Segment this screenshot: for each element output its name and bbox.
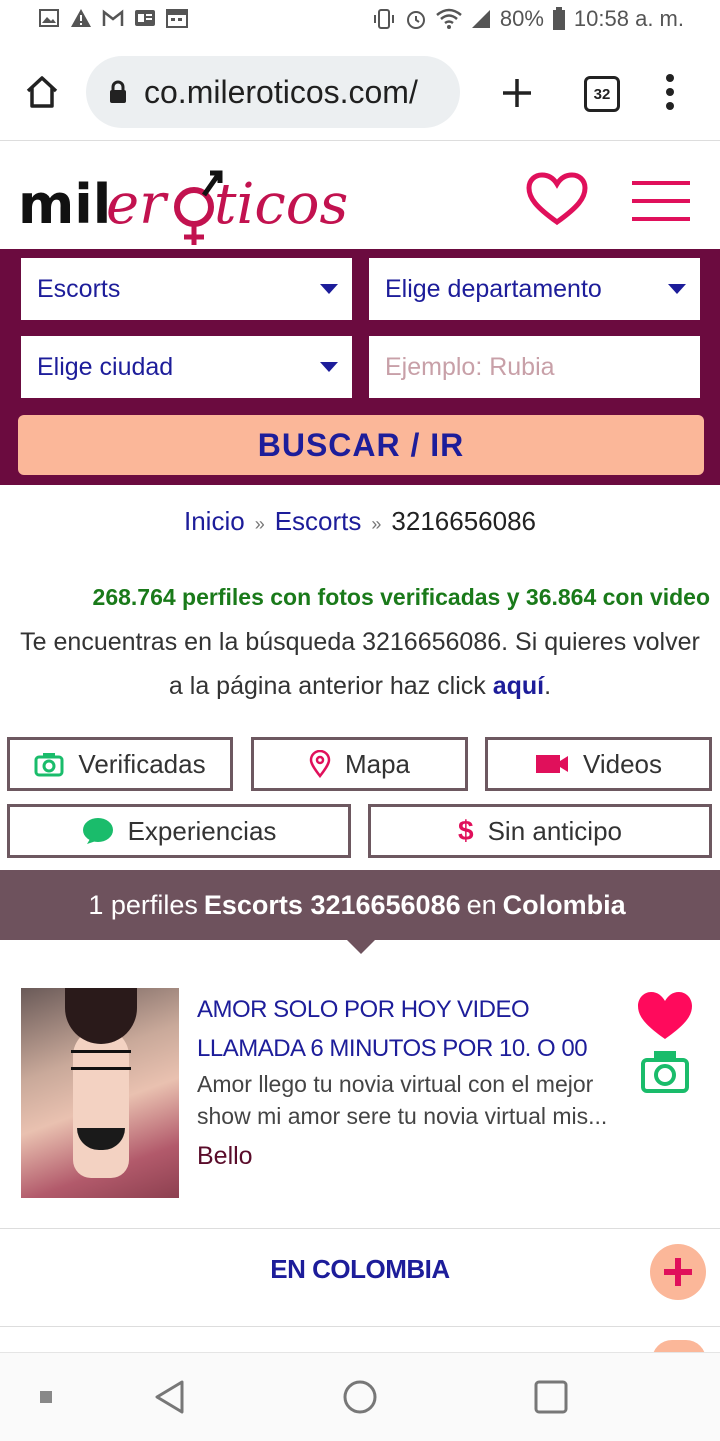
filter-verified-button[interactable]: Verificadas [7, 737, 233, 791]
new-tab-button[interactable] [498, 70, 536, 114]
expand-plus-button[interactable] [650, 1244, 706, 1300]
listing-description: Amor llego tu novia virtual con el mejor… [197, 1068, 617, 1132]
listing-photo-hair [65, 988, 137, 1044]
list-item[interactable]: AMOR SOLO POR HOY VIDEO LLAMADA 6 MINUTO… [0, 968, 720, 1229]
more-section-label: EN COLOMBIA [270, 1254, 450, 1284]
breadcrumb-separator: » [371, 514, 382, 534]
filter-no-deposit-button[interactable]: $ Sin anticipo [368, 804, 712, 858]
lock-icon [110, 80, 126, 103]
results-header: 1 perfiles Escorts 3216656086 en Colombi… [0, 870, 720, 954]
search-info: Te encuentras en la búsqueda 3216656086.… [20, 620, 700, 708]
filter-verified-label: Verificadas [78, 748, 206, 779]
keyword-input-placeholder: Ejemplo: Rubia [385, 352, 555, 381]
breadcrumb-home-link[interactable]: Inicio [184, 506, 245, 536]
system-nav-bar [0, 1352, 720, 1441]
filter-experiences-label: Experiencias [127, 815, 277, 846]
heart-outline-icon [526, 172, 588, 226]
listing-description-text: Amor llego tu novia virtual con el mejor… [197, 1071, 608, 1129]
home-icon [26, 76, 58, 108]
hamburger-icon [632, 181, 690, 221]
home-circle-icon[interactable] [342, 1379, 378, 1415]
listing-location: Bello [197, 1142, 253, 1170]
city-select[interactable]: Elige ciudad [21, 336, 352, 398]
location-pin-icon [309, 750, 331, 778]
city-select-value: Elige ciudad [37, 352, 174, 381]
wifi-icon [436, 8, 462, 29]
results-count: 1 perfiles [88, 889, 198, 920]
more-section-row[interactable]: EN COLOMBIA [0, 1230, 720, 1327]
chevron-down-icon [320, 362, 338, 372]
url-bar[interactable]: co.mileroticos.com/ [86, 56, 460, 128]
battery-icon [552, 7, 565, 30]
category-select[interactable]: Escorts [21, 258, 352, 320]
svg-text:ticos: ticos [214, 172, 348, 237]
listing-photo[interactable] [21, 988, 179, 1198]
clock: 10:58 a. m. [573, 6, 684, 31]
breadcrumb: Inicio » Escorts » 3216656086 [0, 506, 720, 537]
vibrate-icon [373, 9, 394, 29]
tab-switcher-button[interactable]: 32 [584, 76, 620, 112]
camera-icon [641, 1051, 689, 1093]
results-country: Colombia [502, 889, 626, 920]
browser-menu-button[interactable] [660, 72, 680, 112]
heart-icon [638, 992, 692, 1039]
calendar-icon [166, 8, 188, 28]
listing-photo-top [71, 1050, 131, 1070]
category-select-value: Escorts [37, 274, 121, 303]
more-vert-icon [666, 74, 674, 110]
svg-text:mil: mil [18, 173, 111, 236]
breadcrumb-current: 3216656086 [391, 506, 537, 536]
back-link[interactable]: aquí [493, 672, 544, 700]
search-info-text: Te encuentras en la búsqueda 3216656086.… [20, 628, 700, 700]
listing-title[interactable]: AMOR SOLO POR HOY VIDEO LLAMADA 6 MINUTO… [197, 990, 617, 1068]
gmail-icon [102, 8, 124, 28]
alarm-icon [406, 11, 425, 29]
signal-icon [471, 10, 490, 28]
news-icon [134, 8, 156, 28]
video-camera-icon [535, 755, 568, 773]
search-info-end: . [544, 672, 552, 700]
stats-text: 268.764 perfiles con fotos verificadas y… [92, 584, 710, 610]
tab-count: 32 [593, 85, 611, 103]
filter-experiences-button[interactable]: Experiencias [7, 804, 351, 858]
svg-text:er: er [106, 172, 169, 237]
filter-videos-button[interactable]: Videos [485, 737, 712, 791]
home-button[interactable] [22, 72, 62, 112]
department-select[interactable]: Elige departamento [369, 258, 700, 320]
chevron-down-icon [320, 284, 338, 294]
url-text: co.mileroticos.com/ [144, 73, 418, 110]
battery-percent: 80% [499, 6, 544, 31]
keyword-input[interactable]: Ejemplo: Rubia [369, 336, 700, 398]
status-bar: 80% 10:58 a. m. [0, 0, 720, 44]
site-header: mil er ticos [0, 141, 720, 249]
filter-videos-label: Videos [582, 748, 663, 779]
back-icon[interactable] [152, 1379, 186, 1415]
image-icon [38, 8, 60, 28]
filter-map-label: Mapa [344, 748, 411, 779]
chevron-down-icon [668, 284, 686, 294]
search-panel: Escorts Elige departamento Elige ciudad … [0, 249, 720, 485]
favorites-button[interactable] [526, 171, 588, 227]
browser-toolbar: co.mileroticos.com/ 32 [0, 44, 720, 141]
department-select-value: Elige departamento [385, 274, 602, 303]
results-query: Escorts 3216656086 [203, 889, 461, 920]
hamburger-menu-button[interactable] [632, 181, 690, 221]
breadcrumb-separator: » [254, 514, 265, 534]
site-logo[interactable]: mil er ticos [18, 153, 358, 249]
small-square-icon [40, 1391, 52, 1403]
chat-bubble-icon [82, 818, 113, 844]
results-middle: en [466, 889, 497, 920]
filter-no-deposit-label: Sin anticipo [487, 815, 622, 846]
search-button[interactable]: BUSCAR / IR [18, 415, 704, 475]
warning-icon [70, 8, 92, 28]
camera-icon [34, 753, 64, 777]
results-header-arrow [347, 940, 375, 954]
filter-map-button[interactable]: Mapa [251, 737, 468, 791]
breadcrumb-section-link[interactable]: Escorts [275, 506, 362, 536]
verified-photos-badge [640, 1048, 690, 1094]
dollar-icon: $ [458, 815, 474, 846]
plus-icon [503, 79, 531, 107]
recents-icon[interactable] [534, 1380, 568, 1414]
favorite-button[interactable] [636, 990, 694, 1042]
